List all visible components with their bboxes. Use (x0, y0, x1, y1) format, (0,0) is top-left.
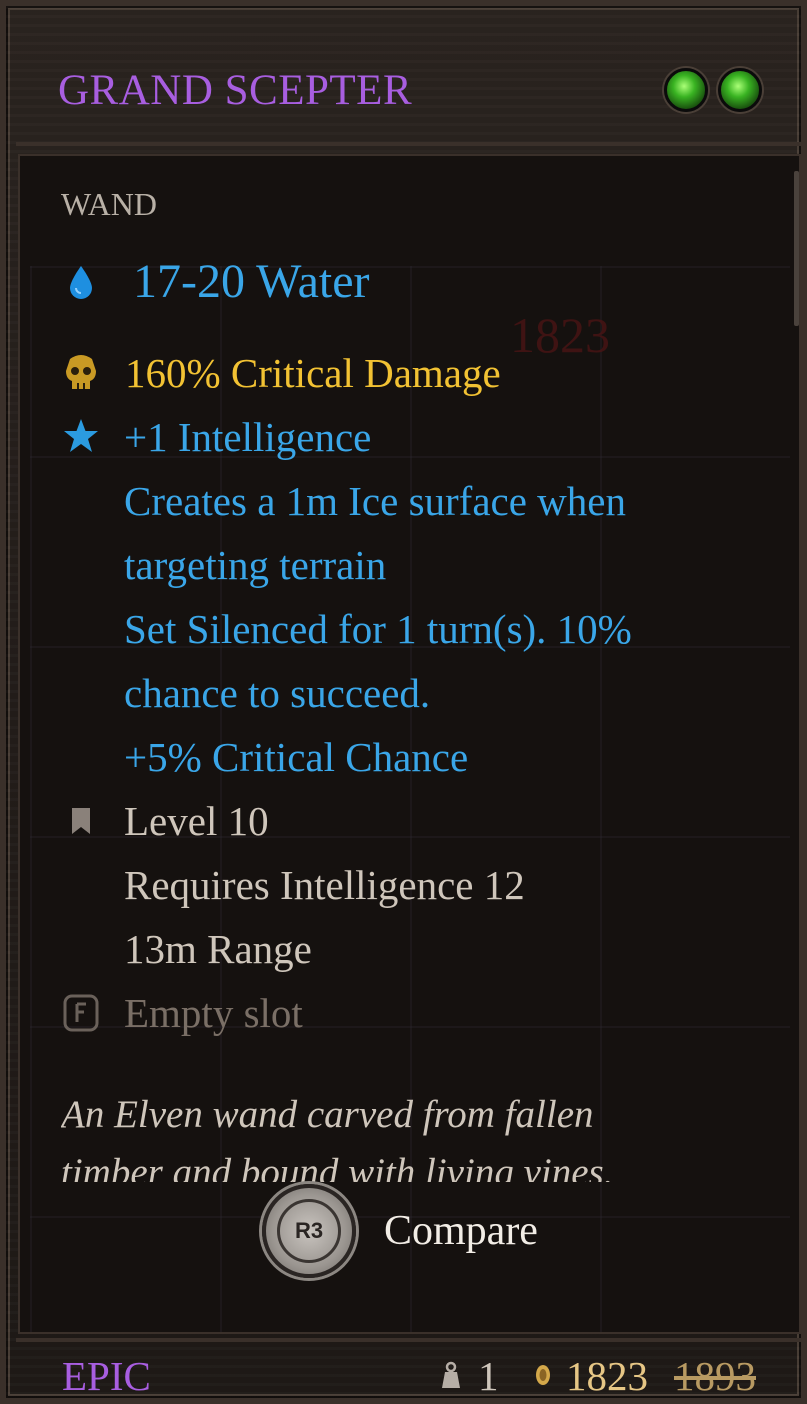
item-range: 13m Range (124, 926, 312, 972)
crit-damage-row: 160% Critical Damage (61, 349, 501, 397)
coin-icon (534, 1362, 552, 1392)
description-line: timber and bound with living vines. (61, 1151, 614, 1182)
item-requirements: Requires Intelligence 12 (124, 862, 525, 908)
r3-button-icon[interactable]: R3 (262, 1184, 356, 1278)
item-weight: 1 (478, 1353, 499, 1399)
star-icon (61, 416, 101, 456)
bookmark-icon (61, 801, 101, 841)
damage-value: 17-20 Water (133, 255, 370, 308)
description-line: An Elven wand carved from fallen (61, 1093, 594, 1136)
item-price: 1823 (566, 1353, 648, 1399)
rune-slot-row (61, 993, 125, 1033)
bonus-line: targeting terrain (124, 542, 387, 588)
bonus-line: +1 Intelligence (124, 414, 372, 460)
water-drop-icon (61, 262, 101, 302)
level-row (61, 801, 125, 841)
item-description: An Elven wand carved from fallen timber … (61, 1086, 761, 1182)
bonus-line: Creates a 1m Ice surface when (124, 478, 626, 524)
compare-button[interactable]: R3 Compare (262, 1184, 538, 1278)
item-type: WAND (61, 186, 157, 222)
damage-row: 17-20 Water (61, 254, 370, 309)
bonus-line: Set Silenced for 1 turn(s). 10% (124, 606, 632, 652)
tooltip-footer: EPIC 1 1823 1893 (16, 1338, 803, 1400)
crit-damage-value: 160% Critical Damage (125, 350, 501, 396)
item-tooltip: GRAND SCEPTER 1823 WAND 17-20 Water 160%… (0, 0, 807, 1404)
rarity-label: EPIC (62, 1353, 151, 1399)
empty-slot-label: Empty slot (124, 990, 303, 1036)
bonus-line: +5% Critical Chance (124, 734, 469, 780)
original-price: 1893 (674, 1353, 756, 1399)
item-level: Level 10 (124, 798, 269, 844)
intelligence-row (61, 416, 125, 456)
weight-icon (440, 1360, 462, 1394)
skull-icon (61, 353, 101, 393)
compare-label: Compare (384, 1208, 538, 1254)
rune-slot-icon (61, 993, 101, 1033)
bonus-line: chance to succeed. (124, 670, 431, 716)
